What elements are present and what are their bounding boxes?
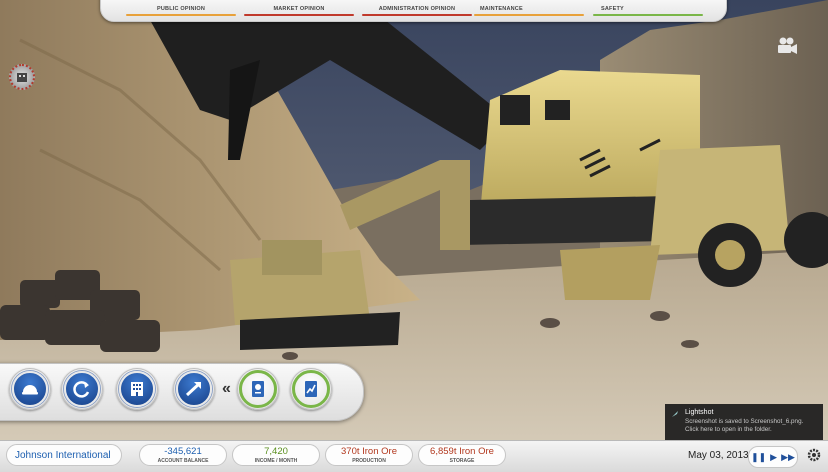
stat-value: 6,859t Iron Ore [430, 446, 494, 457]
meter-label: PUBLIC OPINION [156, 6, 206, 12]
meter-bar [593, 14, 703, 16]
meter-label: ADMINISTRATION OPINION [378, 6, 456, 12]
meter-label: MARKET OPINION [273, 6, 325, 12]
stat-caption: INCOME / MONTH [254, 458, 298, 464]
staff-button[interactable] [9, 368, 51, 410]
opinion-panel: PUBLIC OPINION MARKET OPINION ADMINISTRA… [100, 0, 727, 22]
stat-caption: PRODUCTION [352, 458, 386, 464]
company-name[interactable]: Johnson International [6, 444, 122, 466]
game-date: May 03, 2013 [688, 450, 749, 461]
meter-bar [362, 14, 472, 16]
speed-controls: ❚❚ ▶ ▶▶ [748, 446, 798, 468]
stat-caption: STORAGE [449, 458, 475, 464]
statistics-button[interactable] [173, 368, 215, 410]
notification-title: Lightshot [685, 409, 714, 416]
buildings-button[interactable] [116, 368, 158, 410]
trend-up-icon [185, 381, 202, 397]
public-opinion-meter[interactable]: PUBLIC OPINION [126, 6, 236, 16]
headquarters-icon[interactable] [9, 64, 35, 90]
documents-button[interactable] [237, 368, 279, 410]
safety-meter[interactable]: SAFETY [593, 6, 703, 16]
meter-bar [244, 14, 354, 16]
cycle-icon [73, 381, 90, 398]
camera-icon[interactable] [776, 37, 798, 55]
administration-opinion-meter[interactable]: ADMINISTRATION OPINION [362, 6, 472, 16]
stat-value: 7,420 [264, 446, 288, 457]
fast-forward-icon[interactable]: ▶▶ [781, 452, 795, 463]
stat-caption: ACCOUNT BALANCE [157, 458, 209, 464]
building-icon [131, 382, 143, 396]
notification-message: Screenshot is saved to Screenshot_6.png. [685, 418, 804, 425]
production-stat[interactable]: 370t Iron Ore PRODUCTION [325, 444, 413, 466]
collapse-chevron[interactable]: « [222, 380, 231, 398]
gear-icon[interactable] [806, 447, 822, 463]
document-icon [252, 381, 264, 397]
notification-message-link[interactable]: Click here to open in the folder. [685, 426, 817, 434]
meter-label: MAINTENANCE [480, 6, 523, 12]
meter-label: SAFETY [601, 6, 624, 12]
hardhat-icon [22, 385, 38, 395]
stat-value: 370t Iron Ore [341, 446, 397, 457]
meter-bar [474, 14, 584, 16]
market-opinion-meter[interactable]: MARKET OPINION [244, 6, 354, 16]
meter-bar [126, 14, 236, 16]
feather-icon [672, 411, 678, 417]
chart-icon [305, 381, 317, 397]
building-icon [17, 73, 27, 82]
maintenance-meter[interactable]: MAINTENANCE [474, 6, 584, 16]
pause-icon[interactable]: ❚❚ [751, 452, 766, 463]
income-stat[interactable]: 7,420 INCOME / MONTH [232, 444, 320, 466]
operations-button[interactable] [61, 368, 103, 410]
account-balance-stat[interactable]: -345,621 ACCOUNT BALANCE [139, 444, 227, 466]
stat-value: -345,621 [164, 446, 202, 457]
play-icon[interactable]: ▶ [770, 452, 777, 463]
reports-button[interactable] [290, 368, 332, 410]
storage-stat[interactable]: 6,859t Iron Ore STORAGE [418, 444, 506, 466]
